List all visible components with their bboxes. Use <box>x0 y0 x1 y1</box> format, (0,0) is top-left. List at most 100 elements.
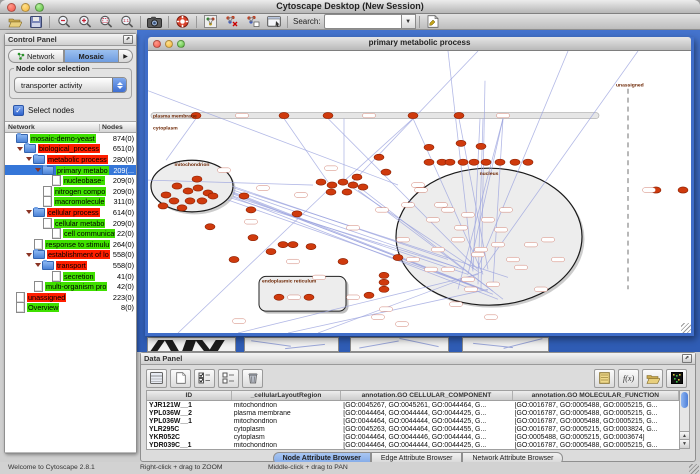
folder-icon <box>33 250 45 259</box>
node-label-pill <box>435 203 448 208</box>
tree-row[interactable]: multi-organism pro42(0) <box>5 281 136 292</box>
table-row[interactable]: YDR039C__1mitochondrion[GO:0044464, GO:0… <box>147 441 679 449</box>
background-window-sliver[interactable] <box>244 337 339 352</box>
help-button[interactable] <box>172 14 193 29</box>
matrix-button[interactable] <box>666 369 687 388</box>
table-row[interactable]: YKR052Ccytoplasm[GO:0044464, GO:0044446,… <box>147 433 679 441</box>
tree-row-node-count: 209(0) <box>113 219 136 228</box>
delete-attribute-button[interactable] <box>242 369 263 388</box>
graph-node <box>393 254 403 260</box>
tree-row[interactable]: response to stimulu264(0) <box>5 239 136 250</box>
expand-triangle-icon[interactable] <box>35 168 41 172</box>
node-label-pill <box>425 267 438 272</box>
column-header[interactable]: annotation.GO CELLULAR_COMPONENT <box>341 391 512 400</box>
table-row[interactable]: YJR121W__1mitochondrion[GO:0045267, GO:0… <box>147 401 679 409</box>
tree-row[interactable]: nucleobase-209(0) <box>5 175 136 186</box>
node-label-pill <box>287 259 300 264</box>
app-resize-grip[interactable] <box>689 464 699 474</box>
expand-triangle-icon[interactable] <box>26 253 32 257</box>
zoom-selected-button[interactable] <box>95 14 116 29</box>
tree-row[interactable]: biological_process651(0) <box>5 144 136 155</box>
destroy-network-button[interactable] <box>221 14 242 29</box>
folder-open-icon <box>9 22 22 27</box>
open-session-button[interactable] <box>4 14 25 29</box>
column-header[interactable]: ID <box>147 391 232 400</box>
data-panel: Data Panel ⬈ f(x) ID_cellularLayoutRegio… <box>140 352 696 462</box>
zoom-in-button[interactable] <box>74 14 95 29</box>
new-attribute-button[interactable] <box>170 369 191 388</box>
unassigned-label: unassigned <box>616 83 644 89</box>
table-row[interactable]: YLR295Ccytoplasm[GO:0045263, GO:0044464,… <box>147 425 679 433</box>
scrollbar-thumb[interactable] <box>681 392 688 408</box>
float-panel-icon[interactable]: ⬈ <box>123 35 133 44</box>
table-row[interactable]: YPL036W__2plasma membrane[GO:0044464, GO… <box>147 409 679 417</box>
tree-row[interactable]: primary metabo209(... <box>5 165 136 176</box>
notepad-icon <box>599 372 610 384</box>
node-label-pill <box>245 220 258 225</box>
background-window-sliver[interactable] <box>350 337 449 352</box>
tree-row[interactable]: transport558(0) <box>5 260 136 271</box>
table-row[interactable]: YPL036W__1mitochondrion[GO:0044464, GO:0… <box>147 417 679 425</box>
tree-row[interactable]: cell communicat22(0) <box>5 228 136 239</box>
table-cell: YJR121W__1 <box>147 402 232 409</box>
expand-triangle-icon[interactable] <box>26 210 32 214</box>
node-label-pill <box>442 208 455 213</box>
function-builder-button[interactable]: f(x) <box>618 369 639 388</box>
node-label-pill <box>643 188 656 193</box>
tree-row[interactable]: cellular process614(0) <box>5 207 136 218</box>
select-nodes-checkbox[interactable]: ✓ <box>13 105 24 116</box>
tree-row[interactable]: unassigned223(0) <box>5 292 136 303</box>
tab-mosaic[interactable]: Mosaic <box>64 49 120 63</box>
tree-row[interactable]: macromolecule311(0) <box>5 197 136 208</box>
tree-header-nodes[interactable]: Nodes <box>99 124 136 131</box>
view-resize-grip[interactable] <box>681 323 691 333</box>
toolbar-separator <box>196 16 197 28</box>
scroll-down-button[interactable]: ▼ <box>680 439 689 448</box>
tree-row[interactable]: cellular metabo209(0) <box>5 218 136 229</box>
zoom-out-button[interactable] <box>53 14 74 29</box>
expand-triangle-icon[interactable] <box>35 263 41 267</box>
network-canvas[interactable]: plasma membranecytoplasmmitochondrionnuc… <box>148 51 691 333</box>
expand-triangle-icon[interactable] <box>17 147 23 151</box>
tree-row[interactable]: nitrogen compo209(0) <box>5 186 136 197</box>
table-cell: [GO:0016787, GO:0005488, GO:0005215, G..… <box>513 442 679 449</box>
node-label-pill <box>487 282 500 287</box>
table-scrollbar[interactable]: ▲ ▼ <box>679 390 690 449</box>
expand-triangle-icon[interactable] <box>26 157 32 161</box>
attribute-grid-button[interactable] <box>146 369 167 388</box>
background-window-sliver[interactable] <box>147 337 236 352</box>
tree-row[interactable]: secretion41(0) <box>5 271 136 282</box>
graph-node <box>274 294 284 300</box>
search-dropdown-button[interactable]: ▼ <box>402 14 416 29</box>
table-cell: [GO:0044464, GO:0044446, GO:0044444, G..… <box>341 434 512 441</box>
node-color-dropdown[interactable]: transporter activity <box>14 77 127 93</box>
float-panel-icon[interactable]: ⬈ <box>682 354 692 363</box>
snapshot-button[interactable] <box>144 14 165 29</box>
tab-overflow-button[interactable]: ▶ <box>119 49 133 63</box>
tree-row-node-count: 558(0) <box>113 261 136 270</box>
unselect-attributes-button[interactable] <box>218 369 239 388</box>
create-view-button[interactable] <box>263 14 284 29</box>
tree-header-network[interactable]: Network <box>5 124 99 131</box>
background-window-sliver[interactable] <box>462 337 549 352</box>
tree-row[interactable]: establishment of lo558(0) <box>5 250 136 261</box>
select-attributes-button[interactable] <box>194 369 215 388</box>
destroy-view-button[interactable] <box>242 14 263 29</box>
network-window-titlebar[interactable]: primary metabolic process <box>148 37 691 51</box>
tab-network[interactable]: Network <box>8 49 64 63</box>
tree-row[interactable]: Overview8(0) <box>5 303 136 314</box>
tree-row[interactable]: metabolic process280(0) <box>5 154 136 165</box>
tree-row[interactable]: mosaic-demo-yeast874(0) <box>5 133 136 144</box>
attribute-table-header[interactable]: ID_cellularLayoutRegionannotation.GO CEL… <box>146 390 680 401</box>
import-attributes-button[interactable] <box>642 369 663 388</box>
network-overview-button[interactable] <box>200 14 221 29</box>
column-header[interactable]: _cellularLayoutRegion <box>232 391 342 400</box>
cytoplasm-label: cytoplasm <box>153 125 178 131</box>
tree-indent <box>8 138 15 139</box>
save-session-button[interactable] <box>25 14 46 29</box>
attribute-batch-button[interactable] <box>594 369 615 388</box>
zoom-fit-button[interactable]: 1:1 <box>116 14 137 29</box>
column-header[interactable]: annotation.GO MOLECULAR_FUNCTION <box>513 391 679 400</box>
annotation-button[interactable] <box>423 14 444 29</box>
search-input[interactable] <box>324 14 402 29</box>
